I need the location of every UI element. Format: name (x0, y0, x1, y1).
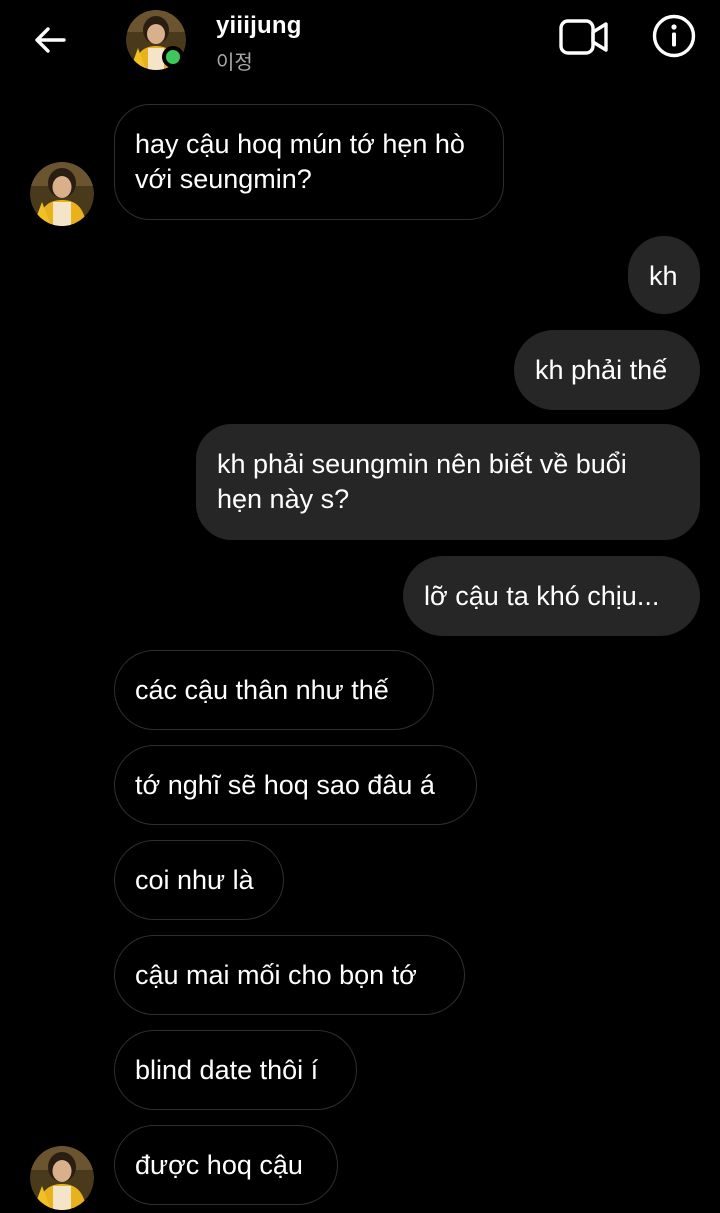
outgoing-message: kh (628, 236, 700, 314)
back-arrow-icon (35, 27, 66, 53)
incoming-message: tớ nghĩ sẽ hoq sao đâu á (114, 745, 477, 825)
incoming-message: cậu mai mối cho bọn tớ (114, 935, 465, 1015)
outgoing-message: lỡ cậu ta khó chịu... (403, 556, 700, 636)
chat-subname: 이정 (216, 52, 253, 74)
outgoing-message: kh phải seungmin nên biết về buổi hẹn nà… (196, 424, 700, 540)
incoming-message: được hoq cậu (114, 1125, 338, 1205)
outgoing-message: kh phải thế (514, 330, 700, 410)
sender-avatar[interactable] (30, 1146, 94, 1210)
incoming-message: hay cậu hoq mún tớ hẹn hò với seungmin? (114, 104, 504, 220)
video-call-button[interactable] (556, 14, 612, 60)
sender-avatar[interactable] (30, 162, 94, 226)
incoming-message: coi như là (114, 840, 284, 920)
back-button[interactable] (28, 18, 72, 62)
chat-header: yiiijung 이정 (0, 0, 720, 84)
video-camera-icon (559, 19, 608, 55)
info-icon (652, 14, 696, 58)
chat-username[interactable]: yiiijung (216, 12, 302, 40)
incoming-message: blind date thôi í (114, 1030, 357, 1110)
info-button[interactable] (650, 12, 698, 60)
incoming-message: các cậu thân như thế (114, 650, 434, 730)
online-status-dot (162, 46, 184, 68)
